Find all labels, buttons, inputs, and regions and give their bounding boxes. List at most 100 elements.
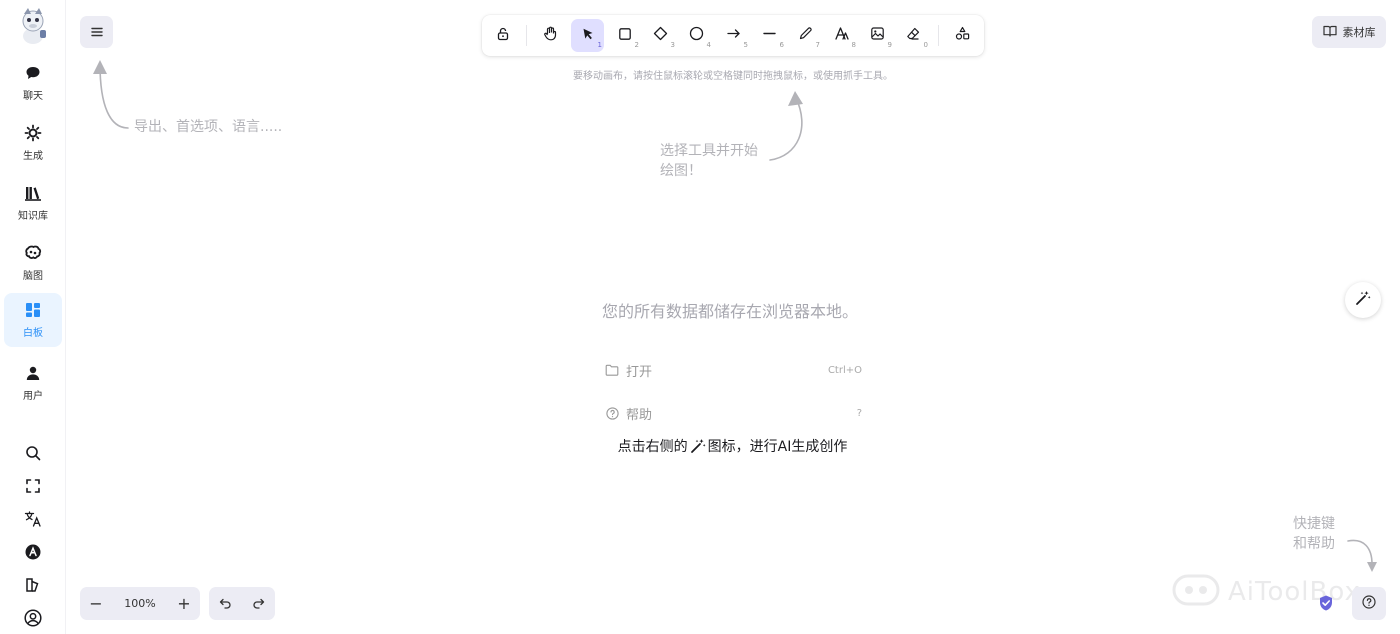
shortcuts-hint-line1: 快捷键 (1293, 516, 1335, 532)
ai-hint-text-before: 点击右侧的 (617, 439, 688, 455)
sidebar-item-label: 白板 (23, 328, 43, 339)
welcome-help-shortcut: ? (856, 407, 862, 419)
question-circle-icon (1362, 594, 1376, 613)
sidebar-item-generate[interactable]: 生成 (4, 116, 62, 170)
tool-more-shapes-button[interactable] (946, 19, 979, 52)
welcome-help-label: 帮助 (626, 407, 653, 423)
sidebar-item-knowledge[interactable]: 知识库 (4, 176, 62, 230)
tool-shortcut-key: 6 (779, 41, 784, 49)
folder-icon (604, 362, 620, 378)
toolbar-hint-arrow (769, 91, 803, 161)
rectangle-icon (618, 26, 632, 45)
welcome-help-button[interactable]: 帮助 ? (604, 402, 862, 424)
toolbar-separator (938, 25, 939, 46)
welcome-open-shortcut: Ctrl+O (827, 364, 862, 376)
pencil-icon (798, 26, 813, 45)
translate-icon[interactable] (22, 508, 44, 530)
watermark-text: AiToolBox (1228, 577, 1361, 607)
sidebar-item-label: 聊天 (23, 91, 43, 102)
library-icon (24, 184, 42, 202)
zoom-in-button[interactable]: + (168, 587, 200, 620)
tool-shortcut-key: 7 (815, 41, 820, 49)
redo-button[interactable] (242, 587, 275, 620)
sidebar-item-user[interactable]: 用户 (4, 356, 62, 410)
user-icon (24, 364, 42, 382)
toolbar-hint-line1: 选择工具并开始 (660, 143, 758, 159)
question-circle-icon (604, 405, 620, 421)
sidebar-item-whiteboard[interactable]: 白板 (4, 293, 62, 347)
left-sidebar: 聊天 生成 知识库 脑图 白板 用户 (0, 0, 66, 634)
search-icon[interactable] (22, 442, 44, 464)
welcome-open-label: 打开 (626, 364, 653, 380)
sparkle-gear-icon (24, 124, 42, 142)
welcome-storage-notice: 您的所有数据都储存在浏览器本地。 (601, 302, 858, 321)
ellipse-icon (689, 26, 704, 45)
eraser-icon (906, 26, 921, 45)
tool-shortcut-key: 8 (851, 41, 856, 49)
sidebar-item-mindmap[interactable]: 脑图 (4, 236, 62, 290)
toolbar-separator (526, 25, 527, 46)
help-button[interactable] (1352, 587, 1386, 620)
ai-hint-text-after: 图标，进行AI生成创作 (707, 439, 848, 455)
hamburger-icon (90, 23, 104, 42)
chat-icon (24, 64, 42, 82)
tool-text-button[interactable]: 8 (825, 19, 858, 52)
shortcuts-hint-line2: 和帮助 (1293, 536, 1335, 552)
tool-diamond-button[interactable]: 3 (644, 19, 677, 52)
diamond-icon (653, 26, 668, 45)
tool-line-button[interactable]: 6 (753, 19, 786, 52)
drawing-toolbar: 1 2 3 4 5 6 7 8 9 0 (482, 15, 984, 56)
sidebar-item-label: 脑图 (23, 271, 43, 282)
image-icon (870, 26, 885, 45)
fullscreen-icon[interactable] (22, 475, 44, 497)
library-label: 素材库 (1342, 26, 1376, 39)
tool-image-button[interactable]: 9 (861, 19, 894, 52)
tool-shortcut-key: 3 (670, 41, 675, 49)
openai-icon[interactable] (22, 541, 44, 563)
main-menu-button[interactable] (80, 16, 113, 48)
tool-shortcut-key: 5 (743, 41, 748, 49)
whiteboard-icon (24, 301, 42, 319)
arrow-right-icon (726, 26, 741, 45)
tool-draw-button[interactable]: 7 (789, 19, 822, 52)
ai-generate-hint: 点击右侧的 图标，进行AI生成创作 (560, 436, 905, 456)
magic-wand-icon (690, 438, 706, 454)
tool-hand-button[interactable] (534, 19, 567, 52)
text-icon (834, 26, 849, 45)
welcome-open-button[interactable]: 打开 Ctrl+O (604, 359, 862, 381)
tool-ellipse-button[interactable]: 4 (680, 19, 713, 52)
sidebar-item-label: 生成 (23, 151, 43, 162)
lock-icon (496, 26, 510, 45)
account-circle-icon[interactable] (22, 607, 44, 629)
menu-hint-text: 导出、首选项、语言..... (134, 119, 283, 135)
ai-magic-button[interactable] (1345, 282, 1381, 318)
tool-lock-button[interactable] (486, 19, 519, 52)
history-controls (209, 587, 275, 620)
zoom-level[interactable]: 100% (112, 597, 168, 610)
canvas-move-hint: 要移动画布，请按住鼠标滚轮或空格键同时拖拽鼠标，或使用抓手工具。 (573, 71, 893, 82)
pointer-icon (581, 26, 595, 45)
hand-icon (543, 26, 558, 45)
watermark-logo-icon (1172, 572, 1220, 612)
tool-shortcut-key: 9 (887, 41, 892, 49)
sidepanel-icon[interactable] (22, 574, 44, 596)
undo-button[interactable] (209, 587, 242, 620)
tool-shortcut-key: 1 (597, 41, 602, 49)
tool-eraser-button[interactable]: 0 (897, 19, 930, 52)
tool-selection-button[interactable]: 1 (571, 19, 604, 52)
sidebar-item-chat[interactable]: 聊天 (4, 56, 62, 110)
line-icon (762, 26, 777, 45)
tool-shortcut-key: 2 (634, 41, 639, 49)
zoom-out-button[interactable]: − (80, 587, 112, 620)
shield-check-icon (1317, 594, 1335, 612)
tool-shortcut-key: 0 (923, 41, 928, 49)
tool-arrow-button[interactable]: 5 (717, 19, 750, 52)
brain-icon (24, 244, 42, 262)
tool-rectangle-button[interactable]: 2 (608, 19, 641, 52)
book-open-icon (1322, 25, 1337, 40)
app-logo[interactable] (16, 6, 50, 46)
redo-icon (252, 594, 265, 613)
zoom-controls: − 100% + (80, 587, 200, 620)
shortcuts-hint-arrow (1347, 539, 1377, 572)
library-button[interactable]: 素材库 (1312, 16, 1386, 48)
